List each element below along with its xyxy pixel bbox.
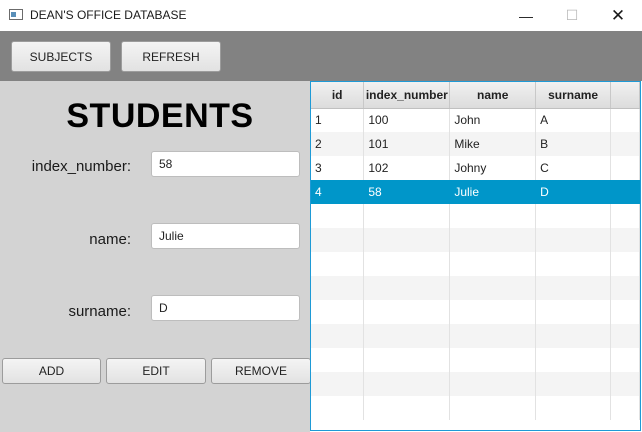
add-button[interactable]: ADD [2, 358, 101, 384]
column-header-filler [610, 82, 640, 109]
surname-field[interactable] [151, 295, 300, 321]
title-bar: DEAN'S OFFICE DATABASE — ☐ ✕ [0, 0, 642, 32]
maximize-icon[interactable]: ☐ [549, 0, 595, 31]
toolbar: SUBJECTS REFRESH [0, 31, 642, 81]
table-row[interactable]: 2 101 Mike B [311, 132, 640, 156]
table-filler-cell [610, 108, 640, 132]
remove-button[interactable]: REMOVE [211, 358, 311, 384]
window-title: DEAN'S OFFICE DATABASE [30, 8, 187, 22]
table-cell: 102 [363, 156, 451, 180]
table-empty-row [311, 396, 640, 420]
table-cell: 101 [363, 132, 451, 156]
form-heading: STUDENTS [66, 97, 254, 135]
column-header-id[interactable]: id [311, 82, 365, 109]
table-cell: B [535, 132, 612, 156]
table-filler-cell [610, 156, 640, 180]
table-row[interactable]: 1 100 John A [311, 108, 640, 132]
table-empty-row [311, 204, 640, 228]
table-cell: Mike [449, 132, 537, 156]
table-cell: 2 [311, 132, 365, 156]
close-icon[interactable]: ✕ [595, 0, 641, 31]
refresh-button[interactable]: REFRESH [121, 41, 221, 72]
table-cell: 1 [311, 108, 365, 132]
index-number-label: index_number: [31, 158, 131, 175]
table-header-row: id index_number name surname [311, 82, 640, 109]
table-cell: 3 [311, 156, 365, 180]
app-window-icon [9, 9, 23, 20]
table-empty-row [311, 252, 640, 276]
table-cell: 58 [363, 180, 451, 204]
name-field[interactable] [151, 223, 300, 249]
name-label: name: [89, 231, 131, 248]
table-empty-row [311, 372, 640, 396]
student-form-panel: STUDENTS index_number: name: surname: AD… [0, 81, 311, 432]
column-header-surname[interactable]: surname [535, 82, 612, 109]
minimize-icon[interactable]: — [503, 0, 549, 31]
table-filler-cell [610, 180, 640, 204]
table-row-selected[interactable]: 4 58 Julie D [311, 180, 640, 204]
surname-label: surname: [68, 303, 131, 320]
table-empty-row [311, 276, 640, 300]
table-cell: John [449, 108, 537, 132]
subjects-button[interactable]: SUBJECTS [11, 41, 111, 72]
table-cell: Julie [449, 180, 537, 204]
index-number-field[interactable] [151, 151, 300, 177]
table-empty-row [311, 348, 640, 372]
table-cell: D [535, 180, 612, 204]
table-row[interactable]: 3 102 Johny C [311, 156, 640, 180]
table-filler-cell [610, 132, 640, 156]
table-cell: A [535, 108, 612, 132]
table-empty-row [311, 324, 640, 348]
table-cell: 100 [363, 108, 451, 132]
students-table[interactable]: id index_number name surname 1 100 John … [310, 81, 641, 431]
table-cell: Johny [449, 156, 537, 180]
table-empty-row [311, 228, 640, 252]
edit-button[interactable]: EDIT [106, 358, 206, 384]
column-header-name[interactable]: name [449, 82, 537, 109]
table-cell: 4 [311, 180, 365, 204]
table-cell: C [535, 156, 612, 180]
table-empty-row [311, 300, 640, 324]
column-header-index-number[interactable]: index_number [363, 82, 451, 109]
